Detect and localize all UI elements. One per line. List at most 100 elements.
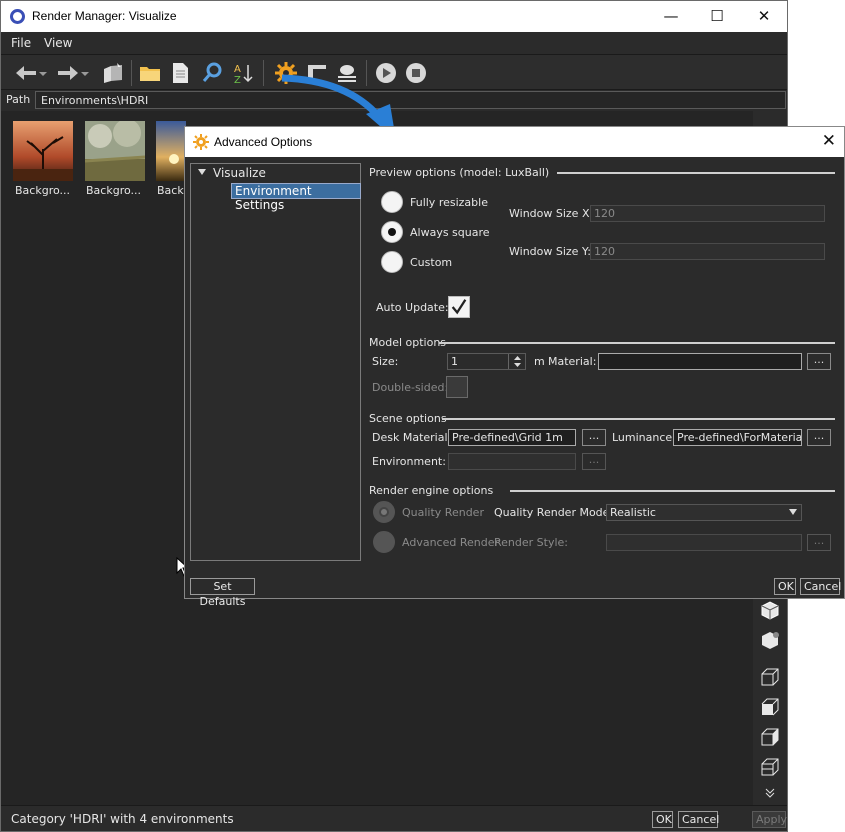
advanced-options-dialog: Advanced Options ✕ Visualize Environment…	[184, 126, 845, 608]
path-field[interactable]: Environments\HDRI	[35, 91, 786, 109]
environment-label: Environment:	[372, 455, 446, 468]
divider	[442, 418, 835, 420]
divider	[439, 342, 835, 344]
status-text: Category 'HDRI' with 4 environments	[11, 812, 234, 826]
auto-update-label: Auto Update:	[376, 301, 449, 314]
model-options-header: Model options	[369, 336, 447, 349]
cube-side-icon[interactable]	[759, 726, 781, 748]
desk-material-field[interactable]: Pre-defined\Grid 1m	[448, 429, 576, 446]
back-dropdown-icon[interactable]	[37, 60, 49, 86]
dialog-close-button[interactable]: ✕	[822, 131, 836, 151]
render-engine-options-header: Render engine options	[369, 484, 494, 497]
size-unit: m	[534, 355, 545, 368]
luminance-browse-button[interactable]: ...	[807, 429, 831, 446]
more-chevron-icon[interactable]	[759, 787, 781, 799]
tree-item-environment-settings[interactable]: Environment Settings	[231, 183, 361, 212]
divider	[510, 490, 835, 492]
render-style-field[interactable]	[606, 534, 802, 551]
always-square-radio[interactable]	[381, 221, 403, 243]
set-defaults-button[interactable]: Set Defaults	[190, 578, 255, 608]
status-bar: Category 'HDRI' with 4 environments OK C…	[1, 805, 787, 831]
window-title: Render Manager: Visualize	[32, 9, 177, 23]
options-tree: Visualize Environment Settings	[190, 163, 361, 561]
close-button[interactable]: ✕	[741, 1, 787, 32]
desk-material-browse-button[interactable]: ...	[582, 429, 606, 446]
quality-render-radio[interactable]	[373, 501, 395, 523]
render-style-browse-button[interactable]: ...	[807, 534, 831, 551]
double-sided-checkbox[interactable]	[446, 376, 468, 398]
quality-render-mode-value: Realistic	[610, 506, 656, 519]
maximize-button[interactable]: ☐	[694, 1, 740, 32]
double-sided-label: Double-sided:	[372, 381, 449, 394]
desk-material-label: Desk Material:	[372, 431, 452, 444]
dialog-title: Advanced Options	[214, 135, 313, 149]
environment-thumbnail[interactable]	[84, 119, 146, 181]
app-icon	[10, 9, 25, 24]
divider	[557, 172, 835, 174]
dialog-title-bar: Advanced Options ✕	[185, 127, 844, 157]
back-icon[interactable]	[13, 60, 39, 86]
quality-render-mode-label: Quality Render Mode:	[494, 506, 614, 519]
advanced-render-label: Advanced Render	[402, 536, 499, 549]
fully-resizable-radio[interactable]	[381, 191, 403, 213]
forward-dropdown-icon[interactable]	[79, 60, 91, 86]
cube-outline-icon[interactable]	[759, 756, 781, 778]
tree-item-visualize[interactable]: Visualize	[213, 166, 266, 180]
wireframe-cube-icon[interactable]	[759, 666, 781, 688]
find-icon[interactable]	[200, 60, 226, 86]
material-browse-button[interactable]: ...	[807, 353, 831, 370]
luminance-label: Luminance:	[612, 431, 676, 444]
environment-browse-button[interactable]: ...	[582, 453, 606, 470]
environment-thumbnail[interactable]	[13, 121, 73, 181]
shaded-cube-icon[interactable]	[759, 696, 781, 718]
window-size-x-field[interactable]: 120	[590, 205, 825, 222]
size-spinner-icon[interactable]	[508, 354, 525, 369]
gear-icon	[193, 134, 209, 150]
minimize-button[interactable]: —	[648, 1, 694, 32]
quality-render-label: Quality Render	[402, 506, 484, 519]
dialog-ok-button[interactable]: OK	[774, 578, 796, 595]
environment-field[interactable]	[448, 453, 576, 470]
window-size-y-label: Window Size Y:	[509, 245, 591, 258]
material-field[interactable]	[598, 353, 802, 370]
forward-icon[interactable]	[55, 60, 81, 86]
menu-bar: File View	[1, 32, 787, 54]
auto-update-checkbox[interactable]	[448, 296, 470, 318]
quality-render-mode-select[interactable]: Realistic	[606, 504, 802, 521]
render-style-label: Render Style:	[494, 536, 568, 549]
preview-options-header: Preview options (model: LuxBall)	[369, 166, 550, 179]
window-size-x-label: Window Size X:	[509, 207, 594, 220]
folder-icon[interactable]	[137, 60, 163, 86]
open-folder-icon[interactable]	[100, 60, 126, 86]
cube-icon[interactable]	[759, 599, 781, 621]
cancel-button[interactable]: Cancel	[678, 811, 719, 828]
document-icon[interactable]	[167, 60, 193, 86]
path-label: Path	[6, 93, 31, 106]
window-size-y-field[interactable]: 120	[590, 243, 825, 260]
svg-text:Z: Z	[234, 75, 241, 85]
fully-resizable-label: Fully resizable	[410, 196, 488, 209]
cube-gear-icon[interactable]	[759, 629, 781, 651]
material-label: Material:	[548, 355, 597, 368]
always-square-label: Always square	[410, 226, 490, 239]
apply-button[interactable]: Apply	[752, 811, 787, 828]
thumbnail-label: Backgro...	[15, 184, 70, 197]
sort-az-icon[interactable]: AZ	[230, 60, 256, 86]
checkmark-icon	[451, 299, 467, 315]
scene-options-header: Scene options	[369, 412, 447, 425]
environment-thumbnail[interactable]	[156, 121, 186, 181]
custom-radio[interactable]	[381, 251, 403, 273]
menu-file[interactable]: File	[11, 36, 31, 50]
size-label: Size:	[372, 355, 399, 368]
chevron-down-icon	[789, 509, 797, 515]
expand-triangle-icon[interactable]	[198, 169, 206, 175]
ok-button[interactable]: OK	[652, 811, 673, 828]
advanced-render-radio[interactable]	[373, 531, 395, 553]
title-bar: Render Manager: Visualize — ☐ ✕	[1, 1, 787, 32]
custom-label: Custom	[410, 256, 453, 269]
svg-text:A: A	[234, 64, 241, 75]
thumbnail-label: Backgro...	[86, 184, 141, 197]
menu-view[interactable]: View	[44, 36, 72, 50]
luminance-field[interactable]: Pre-defined\ForMaterials\	[673, 429, 802, 446]
dialog-cancel-button[interactable]: Cancel	[800, 578, 841, 595]
